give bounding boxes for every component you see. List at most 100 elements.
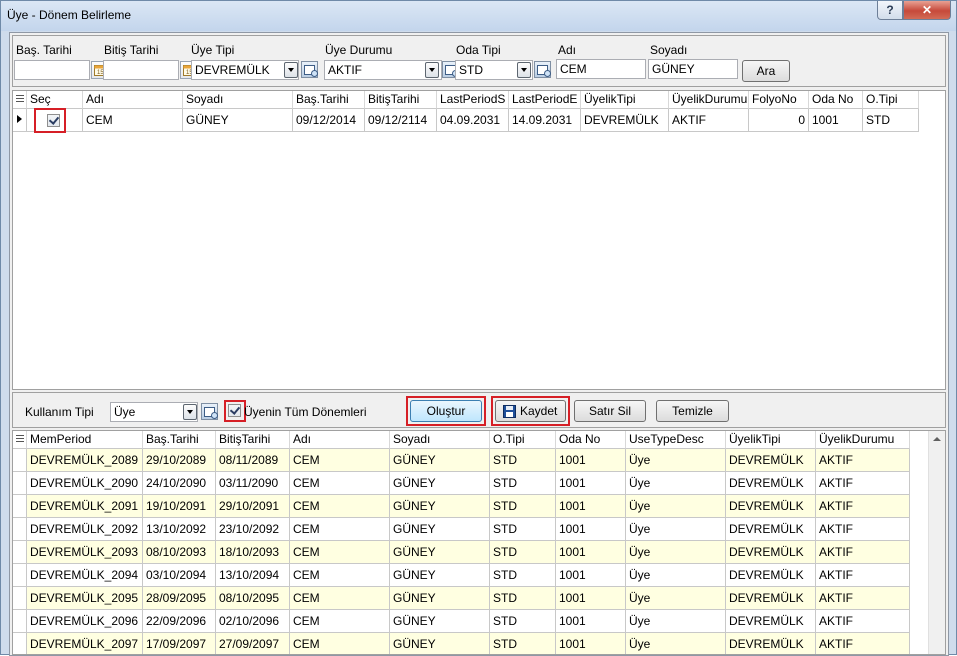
end-date-cell: 29/10/2091 <box>216 495 290 518</box>
room-no-cell: 1001 <box>556 587 626 610</box>
lookup-icon[interactable] <box>301 61 318 78</box>
name-input[interactable]: CEM <box>556 59 646 79</box>
title-bar[interactable]: Üye - Dönem Belirleme ? ✕ <box>1 1 956 31</box>
membership-status-cell: AKTIF <box>816 495 910 518</box>
last-period-start-cell: 04.09.2031 <box>437 109 509 132</box>
name-cell: CEM <box>290 587 390 610</box>
column-header[interactable]: MemPeriod <box>27 431 143 449</box>
column-header[interactable]: O.Tipi <box>863 91 919 109</box>
period-cell: DEVREMÜLK_2092 <box>27 518 143 541</box>
all-periods-checkbox[interactable] <box>228 404 241 417</box>
clear-button[interactable]: Temizle <box>656 400 729 422</box>
grid-menu-icon[interactable] <box>13 91 27 109</box>
row-indicator <box>13 610 27 633</box>
start-date-cell: 08/10/2093 <box>143 541 216 564</box>
room-no-cell: 1001 <box>556 518 626 541</box>
column-header[interactable]: BitişTarihi <box>365 91 437 109</box>
use-type-cell: Üye <box>626 518 726 541</box>
surname-cell: GÜNEY <box>390 495 490 518</box>
column-header[interactable]: Oda No <box>809 91 863 109</box>
column-header[interactable]: LastPeriodS <box>437 91 509 109</box>
client-area: Baş. Tarihi 15 Bitiş Tarihi 15 Üye Tipi … <box>9 32 949 656</box>
column-header[interactable]: Adı <box>290 431 390 449</box>
save-button[interactable]: Kaydet <box>495 400 566 422</box>
end-date-cell: 09/12/2114 <box>365 109 437 132</box>
chevron-down-icon[interactable] <box>517 62 531 78</box>
membership-type-cell: DEVREMÜLK <box>581 109 669 132</box>
end-date-cell: 02/10/2096 <box>216 610 290 633</box>
surname-label: Soyadı <box>650 43 688 57</box>
column-header[interactable]: Baş.Tarihi <box>143 431 216 449</box>
start-date-cell: 29/10/2089 <box>143 449 216 472</box>
use-type-cell: Üye <box>626 564 726 587</box>
surname-cell: GÜNEY <box>390 449 490 472</box>
surname-cell: GÜNEY <box>183 109 293 132</box>
member-type-select[interactable]: DEVREMÜLK <box>191 60 299 80</box>
column-header[interactable]: ÜyelikDurumu <box>816 431 910 449</box>
membership-status-cell: AKTIF <box>816 541 910 564</box>
membership-status-cell: AKTIF <box>816 633 910 654</box>
period-cell: DEVREMÜLK_2089 <box>27 449 143 472</box>
surname-cell: GÜNEY <box>390 633 490 654</box>
column-header[interactable]: Soyadı <box>183 91 293 109</box>
column-header[interactable]: O.Tipi <box>490 431 556 449</box>
name-cell: CEM <box>290 610 390 633</box>
column-header[interactable]: Baş.Tarihi <box>293 91 365 109</box>
period-cell: DEVREMÜLK_2097 <box>27 633 143 654</box>
search-button[interactable]: Ara <box>742 60 790 82</box>
create-button[interactable]: Oluştur <box>410 400 482 422</box>
start-date-cell: 13/10/2092 <box>143 518 216 541</box>
grid-menu-icon[interactable] <box>13 431 27 449</box>
chevron-down-icon[interactable] <box>425 62 439 78</box>
scroll-up-icon[interactable] <box>933 437 941 441</box>
membership-type-cell: DEVREMÜLK <box>726 449 816 472</box>
room-type-cell: STD <box>490 541 556 564</box>
period-cell: DEVREMÜLK_2090 <box>27 472 143 495</box>
room-type-cell: STD <box>490 449 556 472</box>
start-date-cell: 17/09/2097 <box>143 633 216 654</box>
lookup-icon[interactable] <box>201 403 218 420</box>
start-date-input[interactable] <box>14 60 90 80</box>
action-panel: Kullanım Tipi Üye Üyenin Tüm Dönemleri O… <box>12 392 946 428</box>
surname-cell: GÜNEY <box>390 587 490 610</box>
column-header[interactable]: UseTypeDesc <box>626 431 726 449</box>
period-cell: DEVREMÜLK_2095 <box>27 587 143 610</box>
membership-type-cell: DEVREMÜLK <box>726 495 816 518</box>
delete-row-button[interactable]: Satır Sil <box>574 400 646 422</box>
column-header[interactable]: ÜyelikTipi <box>581 91 669 109</box>
column-header[interactable]: LastPeriodE <box>509 91 581 109</box>
membership-type-cell: DEVREMÜLK <box>726 587 816 610</box>
surname-cell: GÜNEY <box>390 564 490 587</box>
chevron-down-icon[interactable] <box>183 404 197 420</box>
help-button[interactable]: ? <box>877 1 903 20</box>
end-date-cell: 13/10/2094 <box>216 564 290 587</box>
column-header[interactable]: ÜyelikDurumu <box>669 91 749 109</box>
column-header[interactable]: FolyoNo <box>749 91 809 109</box>
all-periods-label: Üyenin Tüm Dönemleri <box>244 405 367 419</box>
end-date-input[interactable] <box>103 60 179 80</box>
period-cell: DEVREMÜLK_2094 <box>27 564 143 587</box>
row-indicator <box>13 109 27 132</box>
column-header[interactable]: ÜyelikTipi <box>726 431 816 449</box>
close-button[interactable]: ✕ <box>903 1 951 20</box>
chevron-down-icon[interactable] <box>284 62 298 78</box>
column-header[interactable]: Soyadı <box>390 431 490 449</box>
membership-status-cell: AKTIF <box>816 564 910 587</box>
start-date-cell: 22/09/2096 <box>143 610 216 633</box>
vertical-scrollbar[interactable] <box>928 431 945 654</box>
use-type-cell: Üye <box>626 587 726 610</box>
lookup-icon[interactable] <box>534 61 551 78</box>
column-header[interactable]: Adı <box>83 91 183 109</box>
column-header[interactable]: Oda No <box>556 431 626 449</box>
room-no-cell: 1001 <box>556 633 626 654</box>
surname-cell: GÜNEY <box>390 518 490 541</box>
column-header[interactable]: Seç <box>27 91 83 109</box>
name-cell: CEM <box>290 449 390 472</box>
name-cell: CEM <box>290 564 390 587</box>
period-cell: DEVREMÜLK_2096 <box>27 610 143 633</box>
room-no-cell: 1001 <box>556 610 626 633</box>
surname-input[interactable]: GÜNEY <box>648 59 738 79</box>
column-header[interactable]: BitişTarihi <box>216 431 290 449</box>
row-indicator <box>13 587 27 610</box>
room-type-cell: STD <box>490 633 556 654</box>
